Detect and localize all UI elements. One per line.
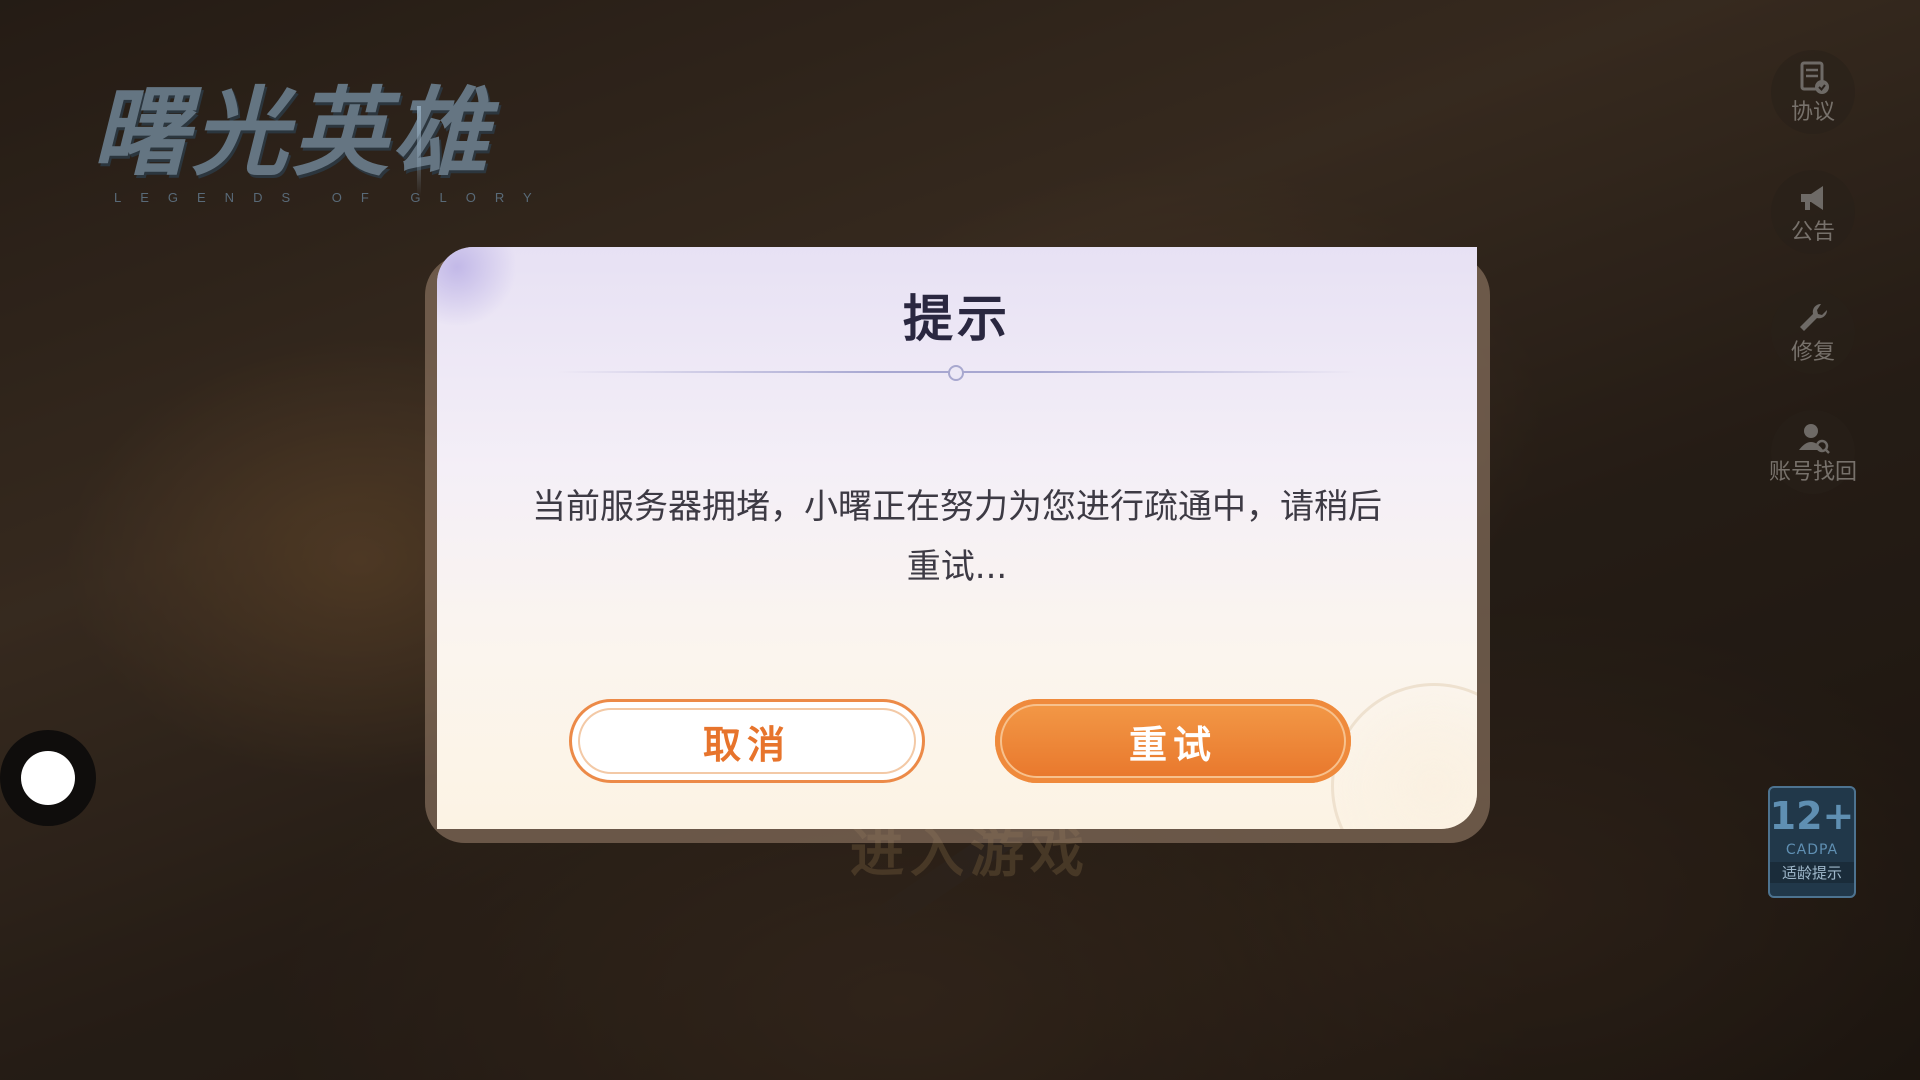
dialog-title: 提示 [903,290,1011,348]
side-item-label: 公告 [1790,220,1835,245]
side-item-agreement[interactable]: 协议 [1771,50,1855,134]
side-item-announcement[interactable]: 公告 [1771,170,1855,254]
megaphone-icon [1801,186,1823,210]
age-rating-tip: 适龄提示 [1770,862,1854,883]
floating-ball-dot [21,751,75,805]
side-item-repair[interactable]: 修复 [1771,290,1855,374]
agreement-icon [1800,61,1829,94]
side-menu: 协议 公告 修复 账号找回 [1768,50,1858,530]
cancel-button[interactable]: 取消 [569,699,925,783]
age-rating-org: CADPA [1785,842,1839,858]
side-item-account-recovery[interactable]: 账号找回 [1769,410,1858,494]
retry-button[interactable]: 重试 [995,699,1351,783]
wrench-icon [1800,303,1828,331]
side-item-label: 修复 [1790,340,1835,365]
account-recovery-icon [1799,424,1830,454]
logo-subtitle: LEGENDS OF GLORY [114,190,551,205]
game-logo: 曙光英雄 LEGENDS OF GLORY [92,78,592,218]
dialog-message: 当前服务器拥堵，小曙正在努力为您进行疏通中，请稍后重试... [532,487,1382,587]
notice-dialog: 提示 当前服务器拥堵，小曙正在努力为您进行疏通中，请稍后重试... 取消 重试 [437,247,1477,829]
dialog-corner-ornament [1331,683,1477,829]
side-item-label: 账号找回 [1769,460,1858,485]
floating-assistant-button[interactable] [0,730,96,826]
side-item-label: 协议 [1790,100,1835,125]
logo-title: 曙光英雄 [92,76,492,189]
age-rating-badge[interactable]: 12+ CADPA 适龄提示 [1768,786,1856,898]
age-rating-value: 12+ [1769,794,1855,838]
divider-ornament [948,365,964,381]
logo-star-decoration [417,106,421,196]
